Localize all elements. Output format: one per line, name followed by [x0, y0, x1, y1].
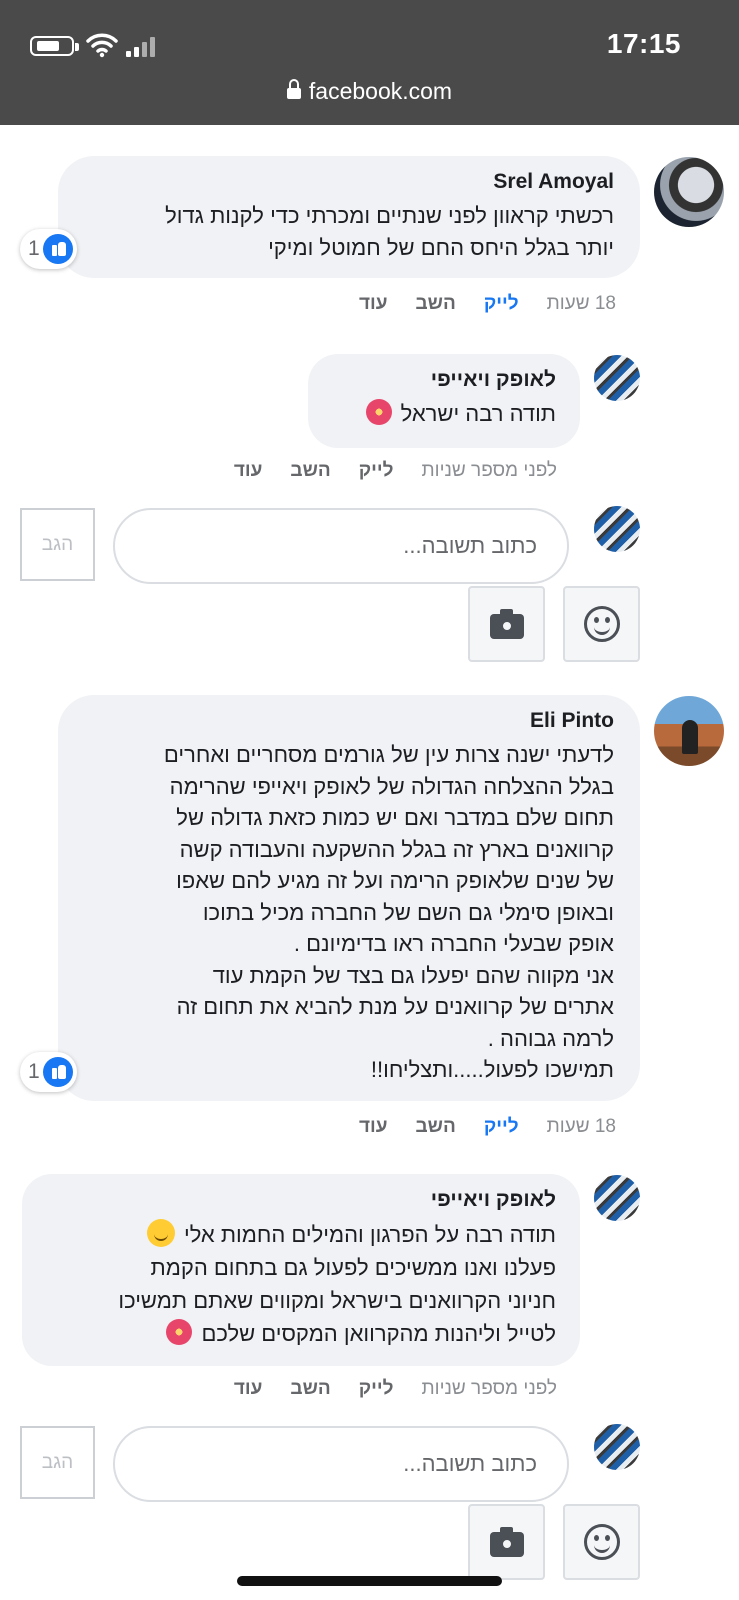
comment-text: לדעתי ישנה צרות עין של גורמים מסחריים וא… [163, 742, 614, 1082]
reply-button[interactable]: השב [290, 460, 330, 482]
reply-button[interactable]: השב [290, 1378, 330, 1400]
reaction-count-number: 1 [28, 237, 40, 260]
camera-button[interactable] [468, 586, 545, 662]
like-button[interactable]: לייק [359, 460, 394, 482]
reply-bubble: לאופק ויאייפי תודה רבה ישראל [308, 354, 580, 448]
emoji-button[interactable] [563, 586, 640, 662]
smile-icon [583, 606, 620, 642]
reply-actions: לפני מספר שניות לייק השב עוד [234, 1378, 557, 1400]
post-reply-button[interactable]: הגב [20, 1426, 95, 1499]
like-button[interactable]: לייק [484, 293, 519, 315]
comment-bubble: Srel Amoyal רכשתי קראוון לפני שנתיים ומכ… [58, 156, 640, 278]
reaction-count[interactable]: 1 [20, 229, 77, 269]
avatar [594, 1424, 640, 1470]
avatar [594, 506, 640, 552]
camera-icon [489, 608, 524, 639]
thumbs-up-icon [42, 234, 73, 264]
avatar[interactable] [654, 696, 724, 766]
comment-author[interactable]: Srel Amoyal [84, 170, 614, 194]
smiling-face-emoji-icon [146, 1219, 175, 1247]
emoji-button[interactable] [563, 1504, 640, 1580]
smile-icon [583, 1524, 620, 1560]
home-indicator[interactable] [237, 1576, 502, 1586]
comment-time[interactable]: 18 שעות [547, 1116, 616, 1138]
reply-input[interactable]: כתוב תשובה... [113, 508, 569, 584]
reply-bubble: לאופק ויאייפי תודה רבה על הפרגון והמילים… [22, 1174, 580, 1366]
url-bar[interactable]: facebook.com [0, 78, 739, 105]
comment-time[interactable]: 18 שעות [547, 293, 616, 315]
like-button[interactable]: לייק [359, 1378, 394, 1400]
reply-time[interactable]: לפני מספר שניות [422, 1378, 558, 1400]
lock-icon [286, 79, 301, 100]
reaction-count[interactable]: 1 [20, 1052, 77, 1092]
camera-button[interactable] [468, 1504, 545, 1580]
like-button[interactable]: לייק [484, 1116, 519, 1138]
browser-status-bar: 17:15 facebook.com [0, 0, 739, 125]
reaction-count-number: 1 [28, 1060, 40, 1083]
avatar[interactable] [594, 355, 640, 401]
more-button[interactable]: עוד [359, 293, 388, 315]
thumbs-up-icon [42, 1057, 73, 1087]
reply-author[interactable]: לאופק ויאייפי [332, 368, 556, 392]
avatar[interactable] [594, 1175, 640, 1221]
more-button[interactable]: עוד [359, 1116, 388, 1138]
reply-text: תודה רבה ישראל [332, 398, 556, 430]
comment-bubble: Eli Pinto לדעתי ישנה צרות עין של גורמים … [58, 695, 640, 1101]
comment-author[interactable]: Eli Pinto [80, 709, 614, 733]
flower-emoji-icon [166, 1319, 193, 1345]
reply-input[interactable]: כתוב תשובה... [113, 1426, 569, 1502]
comment-actions: 18 שעות לייק השב עוד [359, 293, 616, 315]
cellular-signal-icon [126, 37, 155, 57]
reply-author[interactable]: לאופק ויאייפי [42, 1188, 556, 1212]
flower-emoji-icon [365, 399, 392, 425]
post-reply-button[interactable]: הגב [20, 508, 95, 581]
reply-time[interactable]: לפני מספר שניות [422, 460, 558, 482]
status-time: 17:15 [606, 28, 681, 59]
more-button[interactable]: עוד [234, 1378, 263, 1400]
reply-button[interactable]: השב [416, 293, 456, 315]
avatar[interactable] [654, 157, 724, 227]
battery-icon [30, 36, 79, 56]
reply-actions: לפני מספר שניות לייק השב עוד [234, 460, 557, 482]
reply-button[interactable]: השב [416, 1116, 456, 1138]
camera-icon [489, 1526, 524, 1557]
wifi-icon [86, 33, 118, 58]
reply-text: תודה רבה על הפרגון והמילים החמות אלי פעל… [42, 1218, 556, 1350]
more-button[interactable]: עוד [234, 460, 263, 482]
comment-actions: 18 שעות לייק השב עוד [359, 1116, 616, 1138]
url-text: facebook.com [308, 78, 453, 104]
comment-text: רכשתי קראוון לפני שנתיים ומכרתי כדי לקנו… [165, 203, 614, 260]
